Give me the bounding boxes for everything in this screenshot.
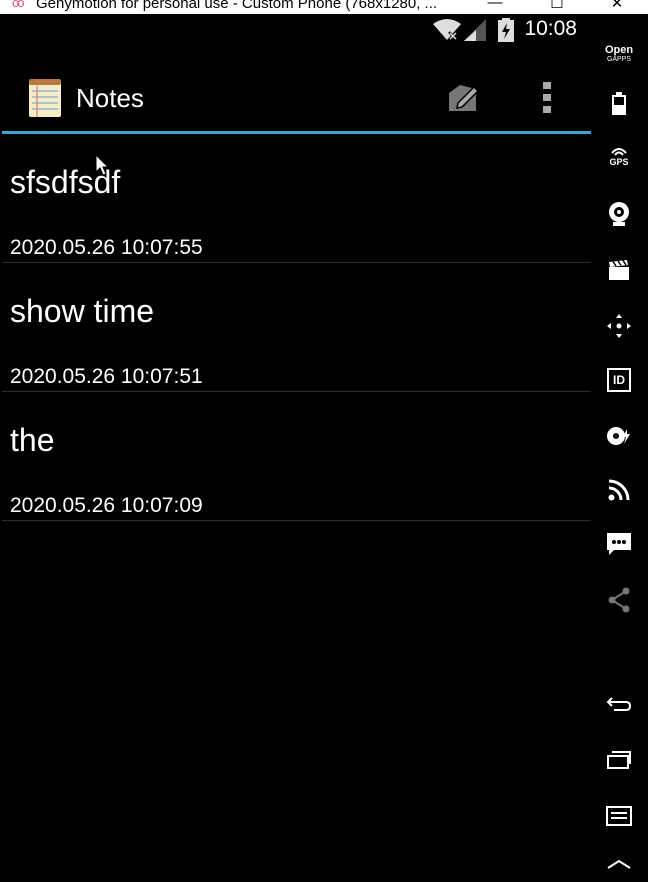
sms-icon[interactable] bbox=[605, 530, 633, 558]
note-title: show time bbox=[10, 293, 155, 329]
device-id-icon[interactable]: ID bbox=[605, 366, 633, 394]
open-gapps-label: Open bbox=[604, 43, 634, 56]
share-icon[interactable] bbox=[605, 586, 633, 614]
close-button[interactable]: ✕ bbox=[594, 0, 640, 14]
dpad-icon[interactable] bbox=[605, 312, 633, 340]
capture-icon[interactable] bbox=[605, 256, 633, 284]
maximize-button[interactable]: ☐ bbox=[534, 0, 580, 14]
back-icon[interactable] bbox=[605, 690, 633, 718]
window-title: Genymotion for personal use - Custom Pho… bbox=[36, 0, 438, 12]
note-list-item[interactable]: show time 2020.05.26 10:07:51 bbox=[2, 263, 591, 392]
battery-icon[interactable] bbox=[605, 90, 633, 118]
mouse-cursor-icon bbox=[95, 154, 109, 176]
status-bar: 10:08 bbox=[0, 14, 589, 44]
gps-icon[interactable]: GPS bbox=[605, 142, 633, 170]
gps-label: GPS bbox=[609, 157, 629, 167]
home-icon[interactable] bbox=[605, 854, 633, 882]
menu-icon[interactable] bbox=[605, 802, 633, 830]
signal-icon bbox=[464, 19, 486, 41]
note-date: 2020.05.26 10:07:51 bbox=[10, 365, 203, 388]
minimize-button[interactable]: — bbox=[472, 0, 518, 14]
action-bar: Notes bbox=[2, 62, 591, 134]
genymotion-toolbar: Open GAPPS GPS ID bbox=[591, 14, 648, 869]
genymotion-logo-icon: oo bbox=[12, 0, 25, 10]
recent-apps-icon[interactable] bbox=[605, 746, 633, 774]
open-gapps-sublabel: GAPPS bbox=[606, 55, 632, 63]
new-note-icon[interactable] bbox=[446, 83, 480, 113]
note-list-item[interactable]: sfsdfsdf 2020.05.26 10:07:55 bbox=[2, 134, 591, 263]
note-title: the bbox=[10, 422, 55, 458]
note-list-item[interactable]: the 2020.05.26 10:07:09 bbox=[2, 392, 591, 521]
note-date: 2020.05.26 10:07:09 bbox=[10, 494, 203, 517]
app-title: Notes bbox=[76, 83, 144, 113]
notepad-app-icon bbox=[29, 79, 61, 117]
window-title-bar: oo Genymotion for personal use - Custom … bbox=[0, 0, 648, 14]
wifi-icon bbox=[433, 19, 461, 41]
open-gapps-icon[interactable]: Open GAPPS bbox=[601, 40, 637, 68]
disk-icon[interactable] bbox=[605, 422, 633, 450]
overflow-menu-icon[interactable] bbox=[541, 80, 553, 116]
status-time: 10:08 bbox=[524, 17, 577, 40]
network-icon[interactable] bbox=[605, 476, 633, 504]
note-date: 2020.05.26 10:07:55 bbox=[10, 236, 203, 259]
device-id-label: ID bbox=[613, 373, 625, 387]
webcam-icon[interactable] bbox=[605, 200, 633, 228]
battery-charging-icon bbox=[498, 18, 514, 42]
